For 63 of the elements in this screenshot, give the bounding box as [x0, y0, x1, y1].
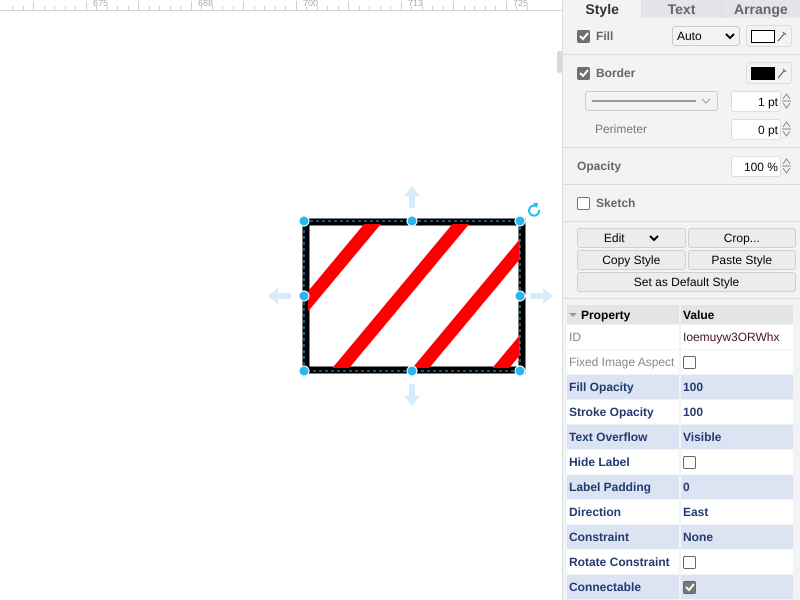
resize-handle[interactable] [298, 290, 310, 302]
perimeter-label: Perimeter [594, 122, 648, 136]
property-checkbox[interactable] [683, 556, 696, 568]
property-checkbox[interactable] [683, 456, 696, 468]
property-value[interactable]: 100 [683, 380, 704, 394]
property-name: Fill Opacity [567, 375, 679, 399]
property-column-header[interactable]: Property [567, 305, 679, 324]
resize-handle[interactable] [298, 216, 310, 226]
property-value[interactable]: East [683, 505, 708, 519]
ruler-label: 713 [408, 0, 424, 8]
property-value[interactable]: None [683, 530, 713, 544]
ruler-label: 688 [198, 0, 214, 8]
fill-checkbox[interactable] [577, 30, 590, 42]
opacity-label: Opacity [577, 159, 622, 173]
eyedropper-icon [777, 67, 787, 79]
spinner-icon[interactable] [781, 91, 792, 111]
property-name: Stroke Opacity [567, 400, 679, 424]
resize-handle[interactable] [406, 216, 418, 226]
spinner-icon[interactable] [780, 156, 792, 176]
eyedropper-icon [777, 30, 787, 42]
border-color-button[interactable] [746, 62, 792, 84]
property-name: Direction [567, 500, 679, 524]
property-name: Fixed Image Aspect [567, 350, 679, 374]
border-width-field[interactable]: 1 pt [731, 90, 781, 112]
perimeter-field[interactable]: 0 pt [731, 118, 781, 140]
fill-label: Fill [596, 29, 614, 43]
sketch-label: Sketch [596, 196, 636, 210]
set-default-style-button[interactable]: Set as Default Style [577, 272, 796, 292]
property-checkbox[interactable] [683, 580, 696, 594]
resize-handle[interactable] [514, 216, 526, 226]
fill-color-button[interactable] [746, 25, 792, 47]
property-value[interactable]: 100 [683, 405, 704, 419]
resize-handle[interactable] [406, 366, 418, 376]
property-name: Connectable [567, 575, 679, 599]
scrollbar-thumb[interactable] [557, 51, 562, 73]
caret-icon [725, 32, 735, 40]
property-name: Hide Label [567, 450, 679, 474]
border-label: Border [596, 66, 636, 80]
value-column-header: Value [681, 305, 793, 324]
sketch-checkbox[interactable] [577, 196, 590, 210]
resize-handle[interactable] [298, 366, 310, 376]
ruler-label: 675 [93, 0, 108, 8]
property-name: Label Padding [567, 475, 679, 499]
paste-style-button[interactable]: Paste Style [688, 250, 796, 270]
copy-style-button[interactable]: Copy Style [577, 250, 686, 270]
property-name: Rotate Constraint [567, 550, 679, 574]
property-name: ID [567, 325, 679, 349]
edit-dropdown[interactable]: Edit [577, 228, 686, 248]
caret-icon [648, 234, 659, 242]
line-style-dropdown[interactable] [585, 91, 718, 111]
opacity-field[interactable]: 100 % [730, 156, 781, 176]
panel-tab[interactable]: Arrange [720, 0, 800, 18]
crop-button[interactable]: Crop... [688, 228, 796, 248]
spinner-icon[interactable] [781, 119, 792, 139]
ruler-label: 700 [303, 0, 318, 8]
fill-mode-dropdown[interactable]: Auto [672, 26, 740, 46]
property-name: Text Overflow [567, 425, 679, 449]
border-checkbox[interactable] [577, 66, 590, 80]
ruler-label: 725 [513, 0, 528, 8]
resize-handle[interactable] [514, 366, 526, 376]
panel-tab[interactable]: Text [641, 0, 721, 18]
property-value[interactable]: 0 [683, 480, 690, 494]
property-name: Constraint [567, 525, 679, 549]
